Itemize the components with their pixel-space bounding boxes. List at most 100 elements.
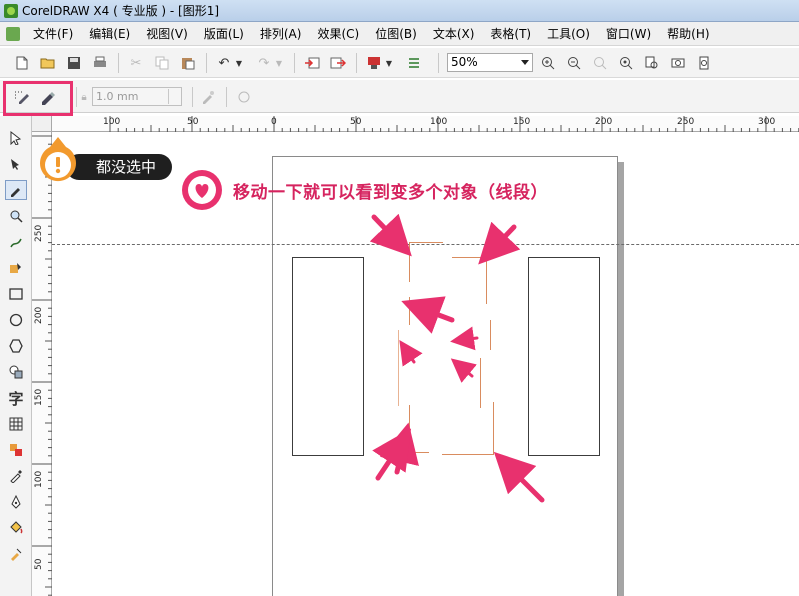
arrow bbox=[493, 451, 545, 503]
ruler-h-label: 100 bbox=[430, 117, 448, 127]
smart-fill-tool-icon[interactable] bbox=[5, 232, 27, 252]
ruler-h-label: 0 bbox=[271, 117, 277, 127]
zoom-level-select[interactable]: 50% bbox=[447, 53, 533, 72]
horizontal-ruler[interactable]: 100 50 0 50 100 150 200 250 300 bbox=[52, 116, 799, 132]
heart-icon bbox=[182, 170, 222, 210]
arrow bbox=[401, 296, 455, 334]
ruler-h-label: 200 bbox=[595, 117, 613, 127]
zoom-page-width-icon[interactable] bbox=[668, 53, 688, 73]
menu-effects[interactable]: 效果(C) bbox=[310, 23, 366, 45]
ruler-h-label: 150 bbox=[513, 117, 531, 127]
ruler-v-label: 200 bbox=[34, 306, 44, 324]
menu-tools[interactable]: 工具(O) bbox=[540, 23, 597, 45]
nib-width-stepper[interactable] bbox=[168, 89, 180, 104]
smart-drawing-tool-icon[interactable] bbox=[5, 258, 27, 278]
copy-icon[interactable] bbox=[152, 53, 172, 73]
export-icon[interactable] bbox=[328, 53, 348, 73]
table-tool-icon[interactable] bbox=[5, 414, 27, 434]
annotation-text: 移动一下就可以看到变多个对象（线段） bbox=[233, 183, 548, 203]
highlight-box bbox=[3, 81, 73, 116]
zoom-level-value: 50% bbox=[451, 55, 478, 69]
zoom-all-objects-icon[interactable] bbox=[616, 53, 636, 73]
nib-width-value: 1.0 mm bbox=[96, 90, 139, 103]
eyedropper-tool-icon[interactable] bbox=[5, 466, 27, 486]
arrow bbox=[450, 358, 477, 383]
text-tool-icon[interactable]: 字 bbox=[5, 388, 27, 408]
vertical-ruler-ticks bbox=[32, 135, 52, 596]
menu-help[interactable]: 帮助(H) bbox=[660, 23, 716, 45]
ellipse-tool-icon[interactable] bbox=[5, 310, 27, 330]
menu-edit[interactable]: 编辑(E) bbox=[82, 23, 137, 45]
ruler-v-label: 50 bbox=[34, 558, 44, 570]
zoom-page-height-icon[interactable] bbox=[694, 53, 714, 73]
coreldraw-app-icon bbox=[4, 3, 18, 18]
zoom-in-icon[interactable] bbox=[538, 53, 558, 73]
pick-tool-icon[interactable] bbox=[5, 128, 27, 148]
paste-icon[interactable] bbox=[178, 53, 198, 73]
toolbar-separator bbox=[356, 53, 357, 73]
ruler-v-label: 150 bbox=[34, 388, 44, 406]
ruler-v-label: 250 bbox=[34, 224, 44, 242]
menu-layout[interactable]: 版面(L) bbox=[197, 23, 251, 45]
ruler-origin[interactable] bbox=[32, 116, 52, 132]
undo-dropdown-icon[interactable]: ▼ bbox=[234, 53, 244, 73]
menu-window[interactable]: 窗口(W) bbox=[599, 23, 658, 45]
welcome-screen-icon[interactable] bbox=[404, 53, 424, 73]
zoom-out-icon[interactable] bbox=[564, 53, 584, 73]
menu-bar: 文件(F) 编辑(E) 视图(V) 版面(L) 排列(A) 效果(C) 位图(B… bbox=[0, 22, 799, 46]
interactive-blend-tool-icon[interactable] bbox=[5, 440, 27, 460]
new-document-icon[interactable] bbox=[12, 53, 32, 73]
open-folder-icon[interactable] bbox=[38, 53, 58, 73]
toolbar-separator bbox=[438, 53, 439, 73]
nib-width-field[interactable]: 1.0 mm bbox=[92, 87, 182, 106]
shape-tool-icon[interactable] bbox=[5, 154, 27, 174]
arrow bbox=[478, 221, 521, 265]
zoom-page-icon[interactable] bbox=[642, 53, 662, 73]
rectangle-tool-icon[interactable] bbox=[5, 284, 27, 304]
redo-icon[interactable]: ↷ bbox=[254, 53, 274, 73]
menu-bitmaps[interactable]: 位图(B) bbox=[368, 23, 424, 45]
fill-bucket-icon[interactable] bbox=[5, 518, 27, 538]
interactive-fill-tool-icon[interactable] bbox=[5, 544, 27, 564]
callout-bubble: 都没选中 bbox=[66, 154, 172, 180]
ruler-h-label: 300 bbox=[758, 117, 776, 127]
import-icon[interactable] bbox=[302, 53, 322, 73]
ruler-v-label: 100 bbox=[34, 470, 44, 488]
menu-table[interactable]: 表格(T) bbox=[483, 23, 538, 45]
freehand-tool-icon[interactable] bbox=[5, 180, 27, 200]
basic-shapes-tool-icon[interactable] bbox=[5, 362, 27, 382]
vertical-ruler[interactable]: 250 200 150 100 50 bbox=[32, 132, 52, 596]
title-bar: CorelDRAW X4 ( 专业版 ) - [图形1] bbox=[0, 0, 799, 22]
window-title: CorelDRAW X4 ( 专业版 ) - [图形1] bbox=[22, 4, 220, 18]
document-icon[interactable] bbox=[6, 26, 20, 41]
ruler-h-label: 250 bbox=[677, 117, 695, 127]
toolbar-separator bbox=[76, 87, 77, 107]
callout-left-text: 都没选中 bbox=[96, 158, 157, 176]
toolbox: 字 bbox=[0, 116, 32, 596]
ruler-h-label: 50 bbox=[350, 117, 362, 127]
zoom-tool-icon[interactable] bbox=[5, 206, 27, 226]
toolbar-separator bbox=[294, 53, 295, 73]
undo-icon[interactable]: ↶ bbox=[214, 53, 234, 73]
ruler-h-label: 50 bbox=[187, 117, 199, 127]
toolbar-separator bbox=[192, 87, 193, 107]
menu-file[interactable]: 文件(F) bbox=[26, 23, 80, 45]
menu-view[interactable]: 视图(V) bbox=[139, 23, 195, 45]
zoom-selected-icon[interactable] bbox=[590, 53, 610, 73]
launcher-dropdown-icon[interactable]: ▼ bbox=[384, 53, 394, 73]
exclamation-pin-icon bbox=[40, 137, 76, 182]
menu-arrange[interactable]: 排列(A) bbox=[253, 23, 309, 45]
application-launcher-icon[interactable] bbox=[364, 53, 384, 73]
shape-recognition-icon[interactable] bbox=[198, 87, 218, 107]
print-icon[interactable] bbox=[90, 53, 110, 73]
outline-pen-icon[interactable] bbox=[5, 492, 27, 512]
zoom-dropdown-icon[interactable] bbox=[521, 60, 529, 65]
menu-text[interactable]: 文本(X) bbox=[426, 23, 482, 45]
ruler-h-label: 100 bbox=[103, 117, 121, 127]
polygon-tool-icon[interactable] bbox=[5, 336, 27, 356]
redo-dropdown-icon[interactable]: ▼ bbox=[274, 53, 284, 73]
circle-option-icon[interactable] bbox=[234, 87, 254, 107]
cut-icon[interactable]: ✂ bbox=[126, 53, 146, 73]
save-icon[interactable] bbox=[64, 53, 84, 73]
arrow bbox=[399, 340, 423, 367]
